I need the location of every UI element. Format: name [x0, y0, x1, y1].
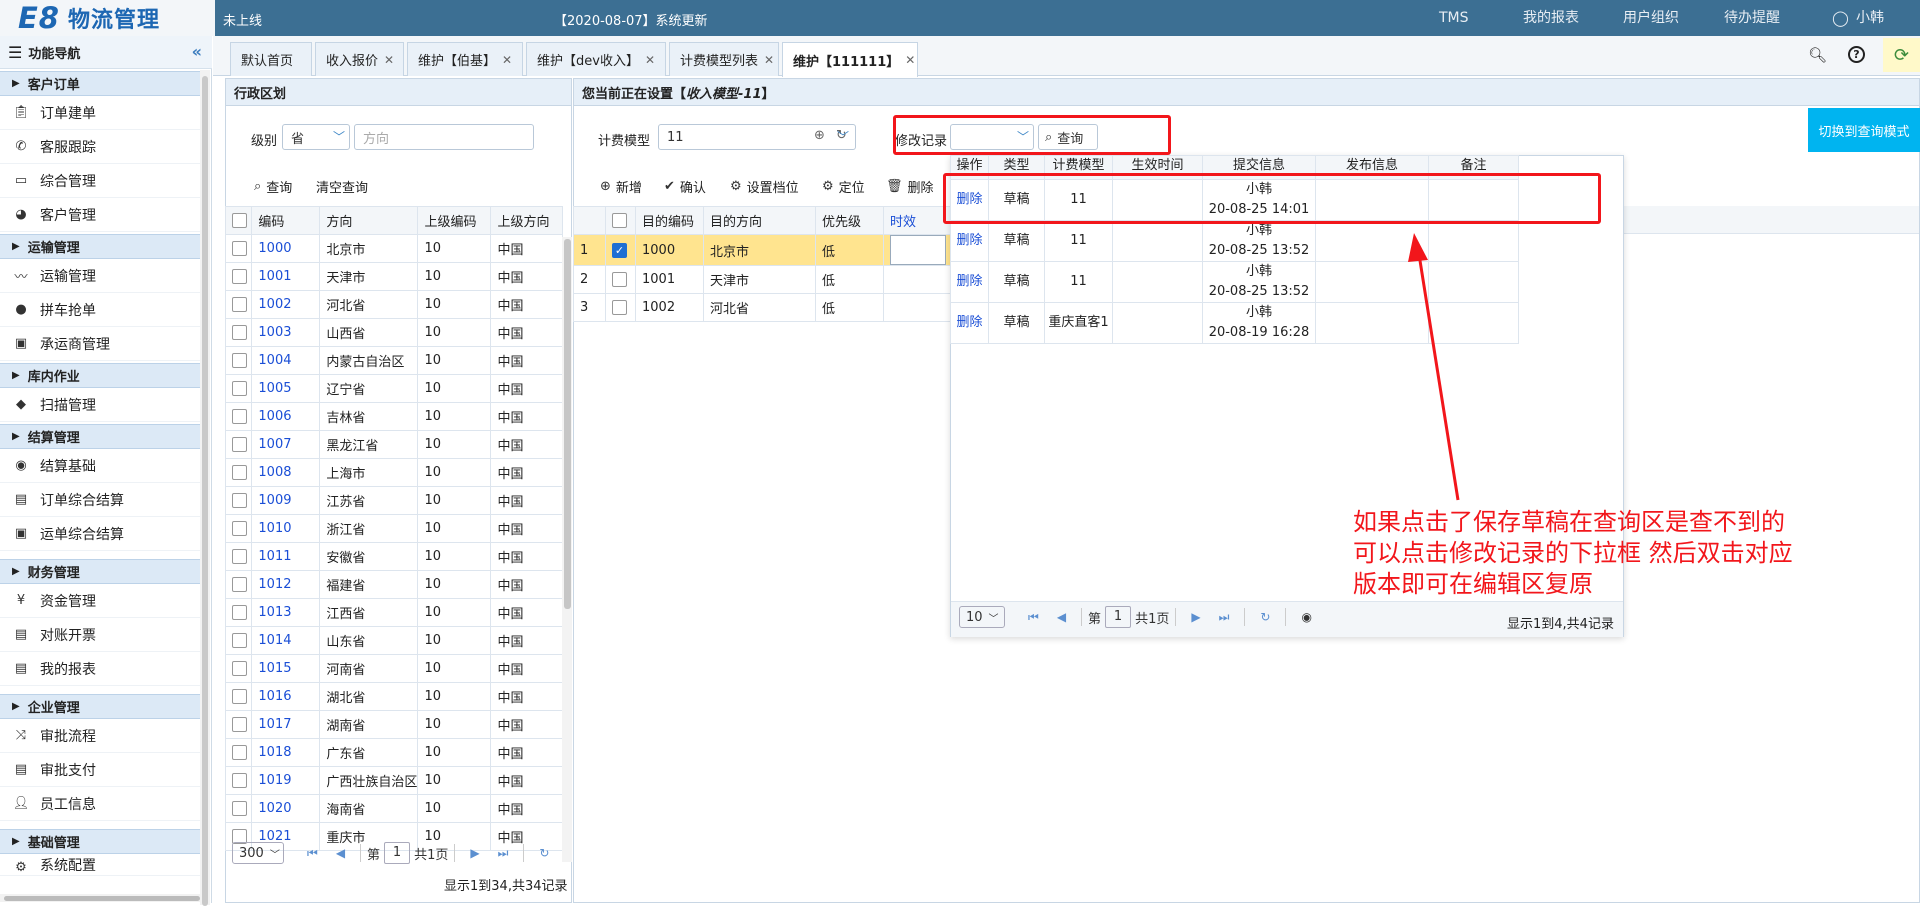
annotation-line: 可以点击修改记录的下拉框 然后双击对应: [1353, 539, 1793, 567]
annotation-arrow: [1408, 233, 1460, 501]
annotation-line: 版本即可在编辑区复原: [1353, 570, 1593, 598]
annotation-note: 如果点击了保存草稿在查询区是查不到的 可以点击修改记录的下拉框 然后双击对应 版…: [1353, 507, 1793, 600]
annotation-line: 如果点击了保存草稿在查询区是查不到的: [1353, 508, 1785, 536]
